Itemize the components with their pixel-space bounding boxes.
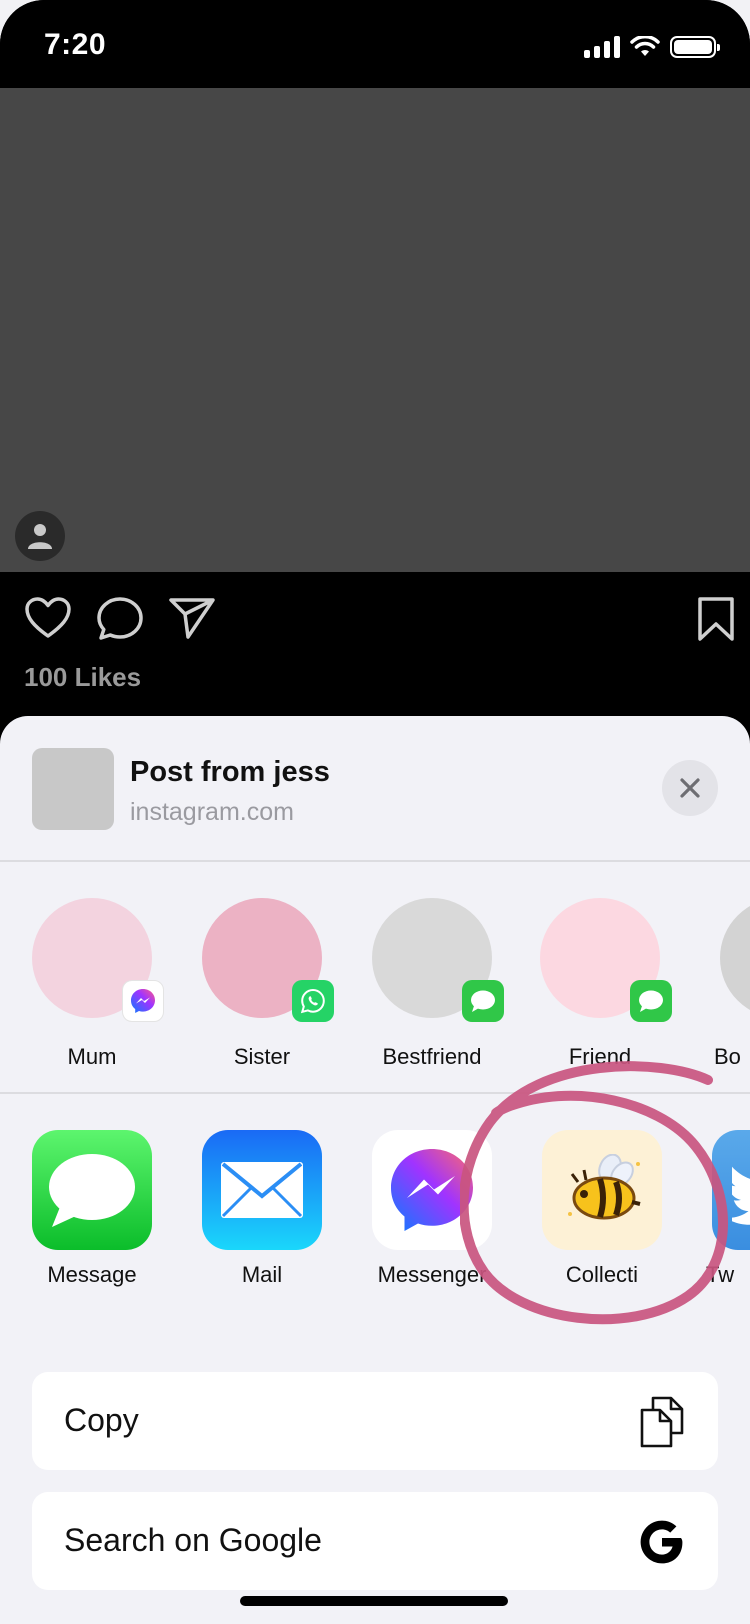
close-icon [680, 778, 700, 798]
post-image[interactable] [0, 88, 750, 572]
whatsapp-badge-icon [292, 980, 334, 1022]
comment-bubble-icon[interactable] [96, 596, 144, 642]
bee-app-icon [542, 1130, 662, 1250]
person-name: Bo [714, 1044, 741, 1069]
share-title: Post from jess [130, 756, 330, 788]
person-friend[interactable]: Friend [514, 898, 684, 1078]
person-name: Bestfriend [382, 1044, 482, 1069]
like-heart-icon[interactable] [24, 596, 72, 640]
post-thumbnail [32, 748, 114, 830]
messages-badge-icon [462, 980, 504, 1022]
battery-icon [670, 36, 720, 58]
share-people-row: Mum Sister Bestfriend Friend Bo [0, 864, 750, 1094]
status-time: 7:20 [44, 28, 107, 61]
messenger-badge-icon [122, 980, 164, 1022]
search-on-google-button[interactable]: Search on Google [32, 1492, 718, 1590]
messages-badge-icon [630, 980, 672, 1022]
app-message[interactable]: Message [6, 1130, 176, 1320]
person-sister[interactable]: Sister [176, 898, 346, 1078]
phone-screen: 7:20 100 Likes Post from jess instagram.… [0, 0, 750, 1624]
person-bo[interactable]: Bo [694, 898, 750, 1078]
copy-button[interactable]: Copy [32, 1372, 718, 1470]
close-button[interactable] [662, 760, 718, 816]
app-label: Message [47, 1262, 137, 1287]
person-name: Sister [233, 1044, 291, 1069]
share-send-icon[interactable] [168, 596, 216, 640]
cellular-signal-icon [584, 36, 620, 58]
messenger-app-icon [372, 1130, 492, 1250]
share-apps-row: Message Mail Messenger Collecti Tw [0, 1096, 750, 1346]
person-bestfriend[interactable]: Bestfriend [346, 898, 516, 1078]
post-actions-bar: 100 Likes [0, 572, 750, 712]
status-bar: 7:20 [0, 0, 750, 88]
share-sheet: Post from jess instagram.com Mum Sister … [0, 716, 750, 1624]
bookmark-icon[interactable] [696, 596, 736, 642]
share-sheet-header: Post from jess instagram.com [0, 716, 750, 862]
twitter-app-icon [712, 1130, 750, 1250]
action-label: Copy [64, 1402, 139, 1438]
person-icon [28, 524, 52, 549]
copy-icon [636, 1394, 688, 1450]
google-icon [636, 1514, 688, 1570]
share-subtitle: instagram.com [130, 798, 294, 826]
person-name: Friend [568, 1044, 632, 1069]
post-author-avatar[interactable] [15, 511, 65, 561]
app-label: Messenger [377, 1262, 487, 1287]
home-indicator[interactable] [240, 1596, 508, 1606]
person-name: Mum [67, 1044, 117, 1069]
likes-count[interactable]: 100 Likes [24, 662, 141, 693]
app-mail[interactable]: Mail [176, 1130, 346, 1320]
app-label: Collecti [565, 1262, 639, 1287]
app-label: Tw [706, 1262, 735, 1287]
person-mum[interactable]: Mum [6, 898, 176, 1078]
avatar [720, 898, 750, 1018]
app-messenger[interactable]: Messenger [346, 1130, 516, 1320]
app-label: Mail [241, 1262, 283, 1287]
action-label: Search on Google [64, 1522, 322, 1558]
status-icons [584, 36, 720, 58]
messages-app-icon [32, 1130, 152, 1250]
app-collecti[interactable]: Collecti [516, 1130, 686, 1320]
wifi-icon [630, 36, 660, 56]
mail-app-icon [202, 1130, 322, 1250]
app-twitter[interactable]: Tw [686, 1130, 750, 1320]
